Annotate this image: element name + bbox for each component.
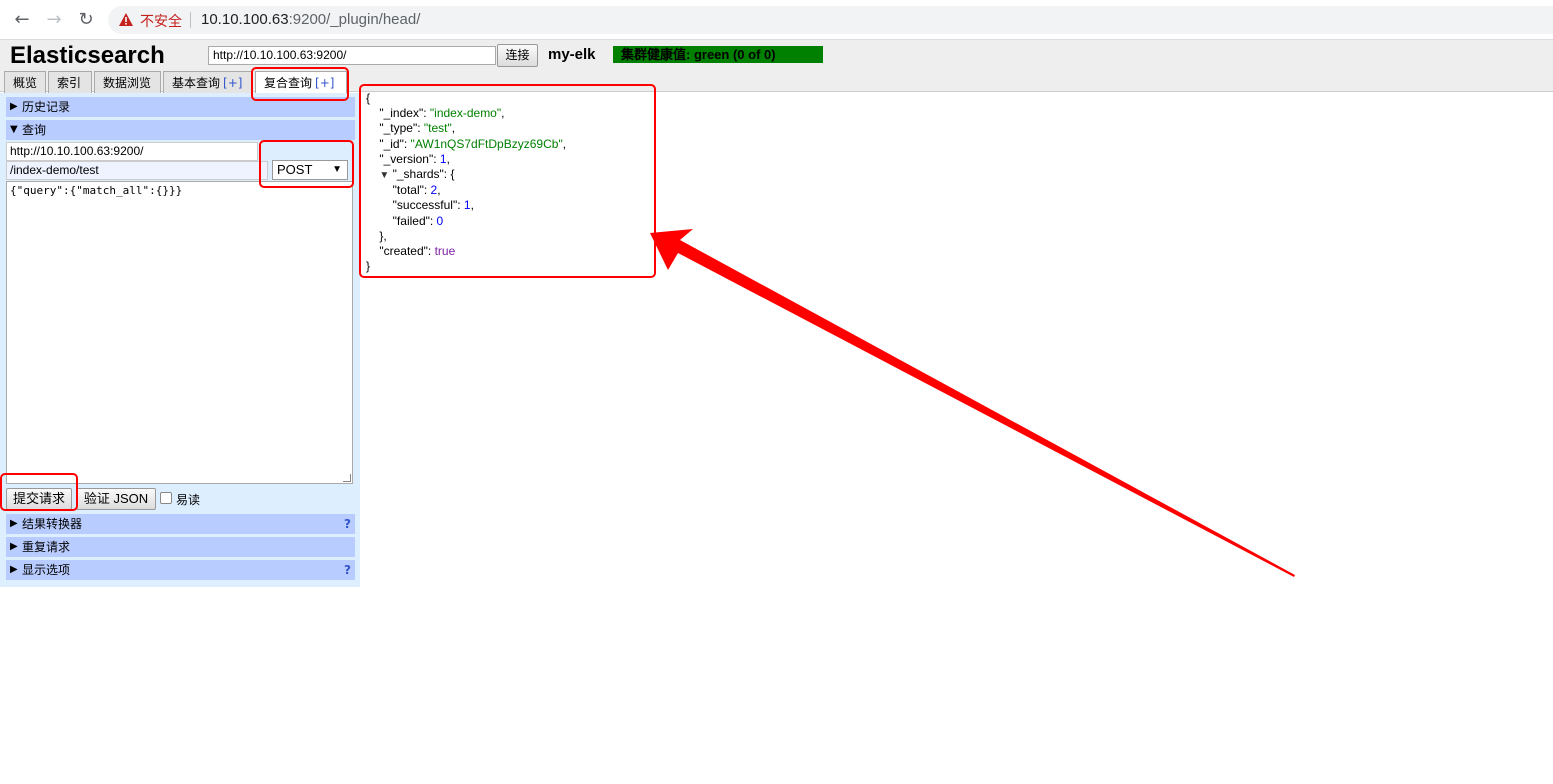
annotation-arrow — [650, 229, 1295, 577]
